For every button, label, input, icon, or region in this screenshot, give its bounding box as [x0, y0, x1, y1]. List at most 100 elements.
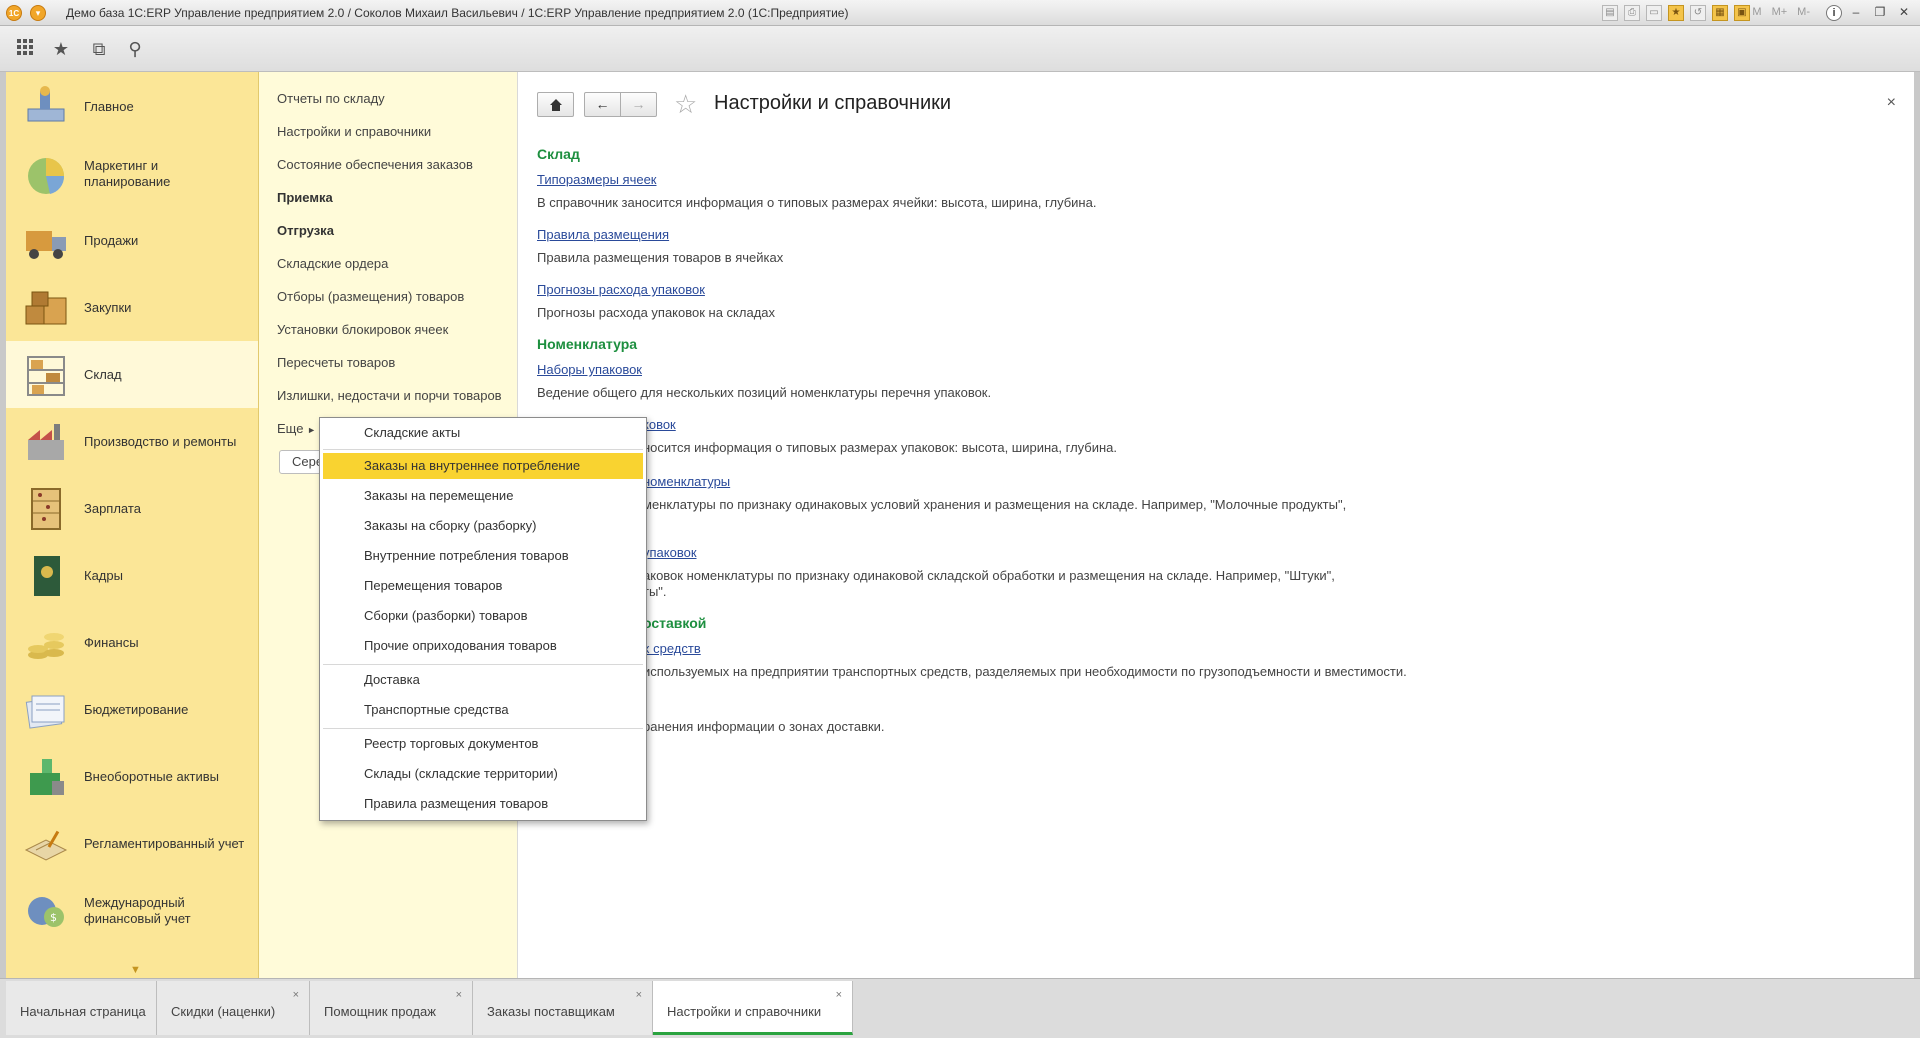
section-hr[interactable]: Кадры: [6, 542, 258, 609]
section-salary[interactable]: Зарплата: [6, 475, 258, 542]
section-label: Зарплата: [84, 500, 141, 516]
back-button[interactable]: ←: [584, 92, 621, 117]
section-finance[interactable]: Финансы: [6, 609, 258, 676]
popup-item-warehouses[interactable]: Склады (складские территории): [323, 761, 643, 787]
link-package-sizes[interactable]: ковок: [643, 417, 676, 432]
popup-separator: [323, 728, 643, 729]
group-heading-warehouse: Склад: [537, 146, 580, 162]
link-cell-sizes[interactable]: Типоразмеры ячеек: [537, 172, 657, 187]
link-storage-groups[interactable]: номенклатуры: [643, 474, 730, 489]
cmd-warehouse-reports[interactable]: Отчеты по складу: [277, 91, 385, 106]
tab-close-icon[interactable]: ×: [836, 989, 842, 1001]
cmd-cell-locks[interactable]: Установки блокировок ячеек: [277, 322, 448, 337]
popup-item-warehouse-acts[interactable]: Складские акты: [323, 420, 643, 446]
scroll-down-icon[interactable]: ▼: [130, 964, 141, 976]
link-placement-rules[interactable]: Правила размещения: [537, 227, 669, 242]
tab-discounts[interactable]: Скидки (наценки) ×: [157, 981, 310, 1035]
section-label: Финансы: [84, 634, 139, 650]
section-production[interactable]: Производство и ремонты: [6, 408, 258, 475]
link-package-forecast[interactable]: Прогнозы расхода упаковок: [537, 282, 705, 297]
popup-item-delivery[interactable]: Доставка: [323, 667, 643, 693]
popup-item-other-receipts[interactable]: Прочие оприходования товаров: [323, 633, 643, 659]
cmd-picking[interactable]: Отборы (размещения) товаров: [277, 289, 464, 304]
link-package-groups[interactable]: упаковок: [643, 545, 697, 560]
tab-settings-directories[interactable]: Настройки и справочники ×: [653, 981, 853, 1035]
close-window-icon[interactable]: ✕: [1894, 4, 1914, 21]
popup-item-vehicles[interactable]: Транспортные средства: [323, 697, 643, 723]
section-regulated-accounting[interactable]: Регламентированный учет: [6, 810, 258, 877]
print-icon[interactable]: ⎙: [1624, 5, 1640, 21]
memory-m-button[interactable]: M: [1752, 6, 1761, 18]
cmd-warehouse-orders[interactable]: Складские ордера: [277, 256, 388, 271]
section-budgeting[interactable]: Бюджетирование: [6, 676, 258, 743]
popup-item-transfer-orders[interactable]: Заказы на перемещение: [323, 483, 643, 509]
app-logo-icon[interactable]: 1С: [6, 5, 22, 21]
section-purchases[interactable]: Закупки: [6, 274, 258, 341]
tab-close-icon[interactable]: ×: [636, 989, 642, 1001]
section-intl-finance[interactable]: $ Международный финансовый учет: [6, 877, 258, 944]
popup-item-internal-consumption-orders[interactable]: Заказы на внутреннее потребление: [323, 453, 643, 479]
popup-item-transfers[interactable]: Перемещения товаров: [323, 573, 643, 599]
forward-button[interactable]: →: [620, 92, 657, 117]
restore-icon[interactable]: ❐: [1870, 4, 1890, 21]
cmd-order-supply-status[interactable]: Состояние обеспечения заказов: [277, 157, 473, 172]
arrow-right-icon: ►: [307, 425, 316, 435]
tab-home-page[interactable]: Начальная страница: [6, 981, 157, 1035]
popup-item-internal-consumption[interactable]: Внутренние потребления товаров: [323, 543, 643, 569]
favorites-icon[interactable]: ★: [1668, 5, 1684, 21]
desc-cell-sizes: В справочник заносится информация о типо…: [537, 195, 1097, 210]
history-icon[interactable]: ↺: [1690, 5, 1706, 21]
tab-supplier-orders[interactable]: Заказы поставщикам ×: [473, 981, 653, 1035]
cmd-receiving[interactable]: Приемка: [277, 190, 333, 205]
section-label: Производство и ремонты: [84, 433, 237, 449]
section-label: Регламентированный учет: [84, 835, 245, 851]
group-heading-delivery: оставкой: [643, 615, 707, 631]
popup-item-placement-rules[interactable]: Правила размещения товаров: [323, 791, 643, 817]
documents-icon: [22, 686, 70, 734]
link-package-sets[interactable]: Наборы упаковок: [537, 362, 642, 377]
cmd-shipping[interactable]: Отгрузка: [277, 223, 334, 238]
preview-icon[interactable]: ▭: [1646, 5, 1662, 21]
main-menu-icon[interactable]: ▾: [30, 5, 46, 21]
popup-item-assembly-orders[interactable]: Заказы на сборку (разборку): [323, 513, 643, 539]
desc-package-forecast: Прогнозы расхода упаковок на складах: [537, 305, 776, 320]
calendar-icon[interactable]: ▣: [1734, 5, 1750, 21]
more-commands-link[interactable]: Еще ►: [277, 421, 316, 436]
cmd-recounts[interactable]: Пересчеты товаров: [277, 355, 395, 370]
link-vehicles[interactable]: х средств: [643, 641, 701, 656]
abacus-icon: [22, 485, 70, 533]
calculator-icon[interactable]: ▦: [1712, 5, 1728, 21]
memory-plus-button[interactable]: M+: [1772, 6, 1788, 18]
ledger-icon: [22, 820, 70, 868]
warehouse-shelf-icon: [22, 351, 70, 399]
popup-item-assemblies[interactable]: Сборки (разборки) товаров: [323, 603, 643, 629]
section-main[interactable]: Главное: [6, 73, 258, 140]
tab-label: Скидки (наценки): [171, 1004, 276, 1019]
cmd-surplus-shortage[interactable]: Излишки, недостачи и порчи товаров: [277, 388, 502, 403]
section-sales[interactable]: Продажи: [6, 207, 258, 274]
minimize-icon[interactable]: –: [1846, 4, 1866, 21]
info-icon[interactable]: i: [1826, 5, 1842, 21]
tab-close-icon[interactable]: ×: [456, 989, 462, 1001]
section-label: Маркетинг и планирование: [84, 157, 171, 189]
cmd-settings-directories[interactable]: Настройки и справочники: [277, 124, 431, 139]
tab-sales-assistant[interactable]: Помощник продаж ×: [310, 981, 473, 1035]
tab-close-icon[interactable]: ×: [293, 989, 299, 1001]
history-icon[interactable]: ⧉: [88, 38, 110, 60]
memory-minus-button[interactable]: M-: [1797, 6, 1810, 18]
section-marketing[interactable]: Маркетинг и планирование: [6, 140, 258, 207]
favorite-star-icon[interactable]: ☆: [674, 89, 697, 120]
favorites-star-icon[interactable]: ★: [50, 38, 72, 60]
desc-package-sizes: носится информация о типовых размерах уп…: [643, 440, 1118, 455]
currency-icon: $: [22, 887, 70, 935]
section-fixed-assets[interactable]: Внеоборотные активы: [6, 743, 258, 810]
save-icon[interactable]: ▤: [1602, 5, 1618, 21]
apps-grid-icon[interactable]: [14, 38, 36, 60]
main-content: ← → ☆ Настройки и справочники × Склад Ти…: [518, 72, 1914, 978]
search-icon[interactable]: ⚲: [124, 38, 146, 60]
section-warehouse[interactable]: Склад: [6, 341, 258, 408]
arrow-left-icon: ←: [595, 96, 610, 112]
home-button[interactable]: [537, 92, 574, 117]
close-icon[interactable]: ×: [1887, 94, 1896, 112]
popup-item-trade-docs-registry[interactable]: Реестр торговых документов: [323, 731, 643, 757]
